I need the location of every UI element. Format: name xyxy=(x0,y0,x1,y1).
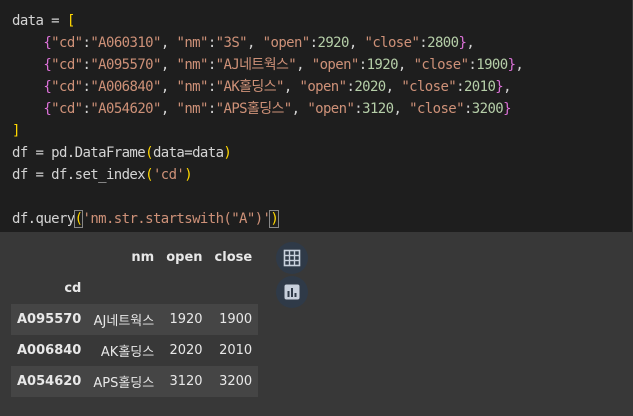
cell-close: 3200 xyxy=(219,374,253,389)
code-line-3: {"cd":"A095570", "nm":"AJ네트웍스", "open":1… xyxy=(43,57,524,73)
table-row: A095570 AJ네트웍스 1920 1900 xyxy=(11,304,259,335)
row-index: A095570 xyxy=(17,312,82,327)
bar-chart-icon xyxy=(284,284,300,300)
code-line-4: {"cd":"A006840", "nm":"AK홀딩스", "open":20… xyxy=(43,79,511,95)
cell-close: 1900 xyxy=(219,312,253,327)
table-view-button[interactable] xyxy=(276,242,308,274)
cell-open: 3120 xyxy=(169,374,203,389)
dataframe-table: nm open close cd A095570 AJ네트웍스 1920 190… xyxy=(11,242,259,397)
index-name: cd xyxy=(64,281,82,296)
code-line-2: {"cd":"A060310", "nm":"3S", "open":2920,… xyxy=(43,35,475,51)
column-header: open xyxy=(166,250,203,265)
table-row: A054620 APS홀딩스 3120 3200 xyxy=(11,366,259,397)
code-editor[interactable]: data = [ {"cd":"A060310", "nm":"3S", "op… xyxy=(12,10,524,230)
row-index: A054620 xyxy=(17,374,82,389)
code-line-8: df = df.set_index('cd') xyxy=(12,167,193,183)
row-index: A006840 xyxy=(17,343,82,358)
code-line-7: df = pd.DataFrame(data=data) xyxy=(12,145,232,161)
code-cell[interactable]: data = [ {"cd":"A060310", "nm":"3S", "op… xyxy=(0,0,633,232)
chart-view-button[interactable] xyxy=(276,276,308,308)
code-line-10: df.query('nm.str.startswith("A")') xyxy=(12,210,280,228)
cell-open: 2020 xyxy=(169,343,203,358)
index-name-row: cd xyxy=(11,273,258,304)
code-line-1: data = [ xyxy=(12,13,75,29)
cell-open: 1920 xyxy=(169,312,203,327)
table-icon xyxy=(283,249,301,267)
header-blank xyxy=(11,242,87,273)
table-header-row: nm open close xyxy=(11,242,258,273)
column-header: nm xyxy=(131,250,155,265)
cell-close: 2010 xyxy=(219,343,253,358)
table-row: A006840 AK홀딩스 2020 2010 xyxy=(11,335,258,366)
cell-nm: AK홀딩스 xyxy=(100,345,155,360)
code-line-6: ] xyxy=(12,123,20,139)
code-line-5: {"cd":"A054620", "nm":"APS홀딩스", "open":3… xyxy=(43,101,511,117)
column-header: close xyxy=(214,250,253,265)
cell-output: nm open close cd A095570 AJ네트웍스 1920 190… xyxy=(0,232,633,416)
cell-nm: APS홀딩스 xyxy=(93,376,155,391)
cell-nm: AJ네트웍스 xyxy=(93,314,155,329)
